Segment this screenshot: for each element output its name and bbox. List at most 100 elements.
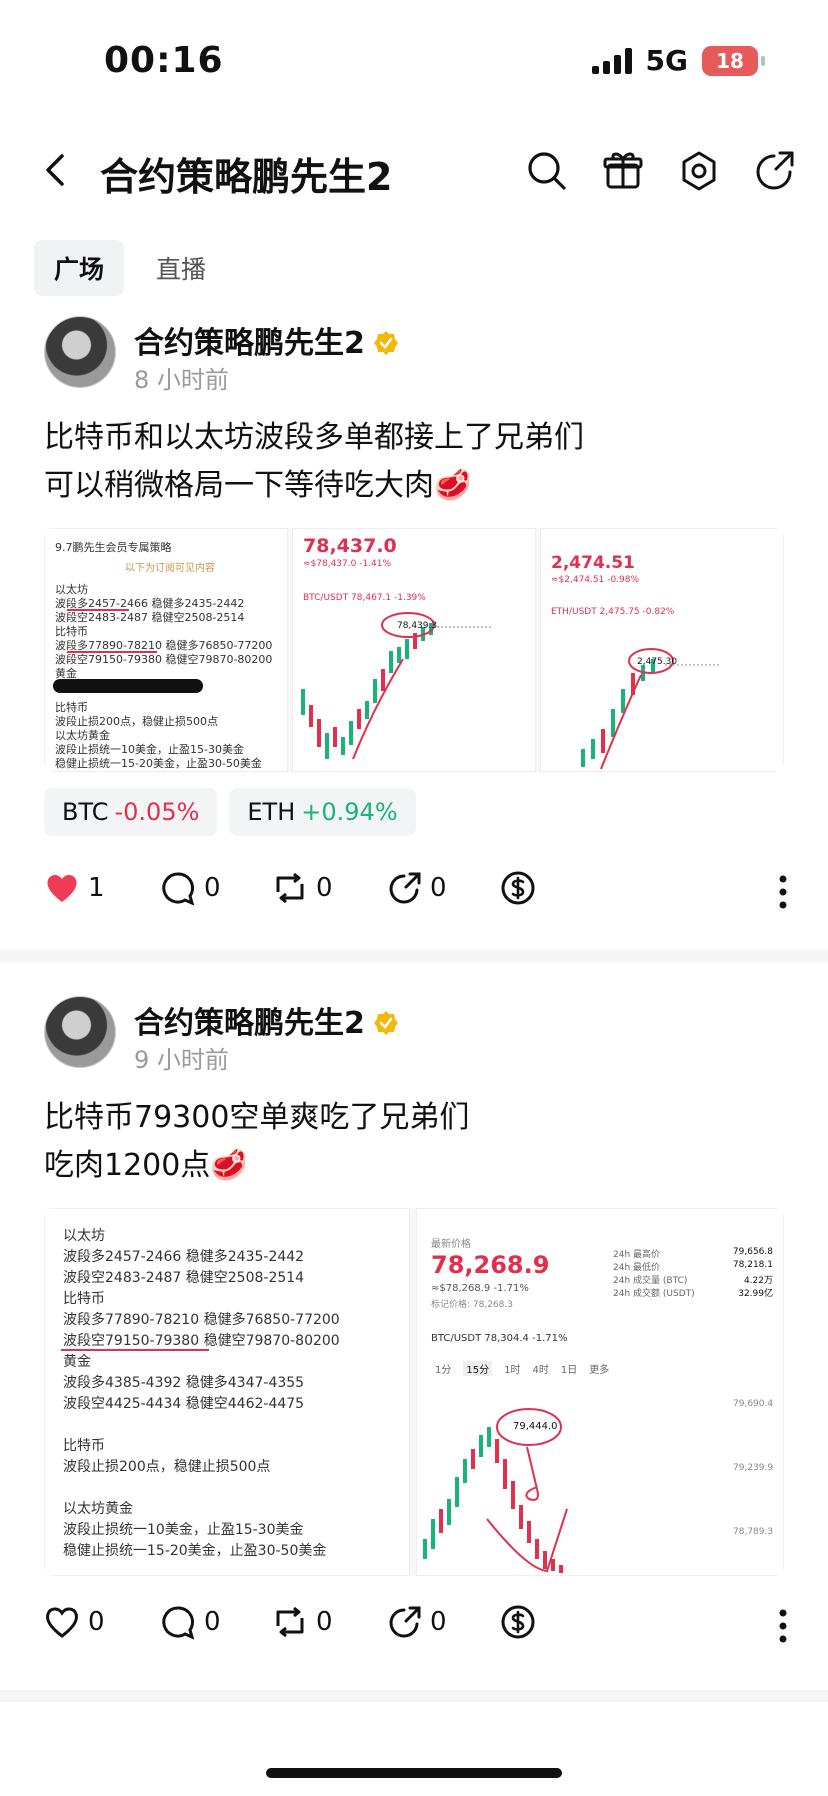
- status-bar: 00:16 5G 18: [0, 0, 828, 120]
- interval-tab[interactable]: 1日: [561, 1361, 577, 1376]
- heart-filled-icon: [47, 874, 77, 902]
- status-time: 00:16: [104, 40, 224, 81]
- more-options-icon[interactable]: [778, 874, 788, 910]
- btc-pair: BTC/USDT 78,467.1 -1.39%: [303, 593, 426, 603]
- share-count: 0: [430, 873, 447, 903]
- page-title: 合约策略鹏先生2: [100, 155, 393, 199]
- post-images[interactable]: 以太坊 波段多2457-2466 稳健多2435-2442 波段空2483-24…: [44, 1208, 784, 1576]
- ticker-symbol: BTC: [62, 798, 109, 826]
- post-text: 比特币79300空单爽吃了兄弟们 吃肉1200点🥩: [44, 1094, 469, 1190]
- author-row[interactable]: 合约策略鹏先生2: [134, 998, 399, 1042]
- repost-button[interactable]: 0: [272, 1604, 333, 1640]
- tip-button[interactable]: [500, 870, 536, 906]
- note-line: 波段空79150-79380 稳健空79870-80200: [55, 653, 273, 666]
- btc-chart-image[interactable]: 最新价格 78,268.9 ≈$78,268.9 -1.71% 标记价格: 78…: [416, 1208, 784, 1576]
- repost-count: 0: [316, 873, 333, 903]
- strategy-note-image[interactable]: 9.7鹏先生会员专属策略 以下为订阅可见内容 以太坊 波段多2457-2466 …: [44, 528, 288, 772]
- network-label: 5G: [645, 44, 688, 77]
- gift-icon[interactable]: [600, 148, 646, 194]
- share-icon[interactable]: [752, 148, 798, 194]
- stat-label: 24h 成交量 (BTC): [613, 1276, 688, 1286]
- note-line: 波段空79150-79380 稳健空79870-80200: [63, 1333, 340, 1349]
- heart-outline-icon: [46, 1607, 78, 1638]
- like-button[interactable]: 0: [44, 1604, 105, 1640]
- eth-chart-image[interactable]: 2,474.51 ≈$2,474.51 -0.98% ETH/USDT 2,47…: [540, 528, 784, 772]
- search-icon[interactable]: [524, 148, 570, 194]
- note-line: 以太坊: [63, 1228, 105, 1244]
- share-button[interactable]: 0: [386, 870, 447, 906]
- note-subtitle: 以下为订阅可见内容: [125, 563, 215, 574]
- interval-tab[interactable]: 1时: [504, 1361, 520, 1376]
- strategy-note-image[interactable]: 以太坊 波段多2457-2466 稳健多2435-2442 波段空2483-24…: [44, 1208, 410, 1576]
- more-options-icon[interactable]: [778, 1608, 788, 1644]
- like-button[interactable]: 1: [44, 870, 105, 906]
- interval-tab[interactable]: 更多: [589, 1361, 609, 1376]
- post-divider: [0, 950, 828, 962]
- btc-marker-label: 78,439.3: [397, 621, 438, 631]
- eth-pair: ETH/USDT 2,475.75 -0.82%: [551, 607, 675, 617]
- post-text-line: 比特币和以太坊波段多单都接上了兄弟们: [44, 420, 584, 455]
- avatar[interactable]: [44, 996, 116, 1068]
- post-text-line: 吃肉1200点🥩: [44, 1148, 248, 1183]
- share-arrow-icon: [389, 1606, 421, 1638]
- candles: [301, 623, 433, 759]
- comment-count: 0: [204, 873, 221, 903]
- stat-label: 24h 成交额 (USDT): [613, 1289, 695, 1299]
- comment-button[interactable]: 0: [160, 870, 221, 906]
- stat-value: 4.22万: [743, 1276, 773, 1286]
- back-icon[interactable]: [36, 150, 76, 190]
- home-indicator[interactable]: [266, 1768, 562, 1778]
- repost-button[interactable]: 0: [272, 870, 333, 906]
- interval-tab[interactable]: 15分: [463, 1361, 493, 1376]
- ticker-chip-btc[interactable]: BTC -0.05%: [44, 788, 218, 836]
- post-images[interactable]: 9.7鹏先生会员专属策略 以下为订阅可见内容 以太坊 波段多2457-2466 …: [44, 528, 784, 772]
- share-arrow-icon: [389, 872, 421, 904]
- btc-candles: [301, 612, 493, 760]
- note-line: 黄金: [63, 1354, 91, 1370]
- post-card[interactable]: 合约策略鹏先生2 8 小时前 比特币和以太坊波段多单都接上了兄弟们 可以稍微格局…: [0, 310, 828, 950]
- note-line: 波段止损统一10美金，止盈15-30美金: [63, 1522, 304, 1538]
- share-button[interactable]: 0: [386, 1604, 447, 1640]
- stat-label: 24h 最高价: [613, 1250, 661, 1260]
- tab-square[interactable]: 广场: [34, 240, 125, 296]
- note-line: 稳健止损统一15-20美金，止盈30-50美金: [55, 757, 262, 770]
- post-card[interactable]: 合约策略鹏先生2 9 小时前 比特币79300空单爽吃了兄弟们 吃肉1200点🥩…: [0, 990, 828, 1670]
- repost-count: 0: [316, 1607, 333, 1637]
- post-divider: [0, 1690, 828, 1702]
- author-name[interactable]: 合约策略鹏先生2: [134, 326, 365, 361]
- btc-chart-image[interactable]: 78,437.0 ≈$78,437.0 -1.41% BTC/USDT 78,4…: [292, 528, 536, 772]
- btc-price: 78,268.9: [431, 1251, 550, 1279]
- note-line: 比特币: [63, 1438, 105, 1454]
- note-line: 波段空2483-2487 稳健空2508-2514: [63, 1270, 305, 1286]
- interval-tab[interactable]: 1分: [435, 1361, 451, 1376]
- red-underline: [67, 609, 129, 611]
- btc-candles: [423, 1408, 568, 1573]
- interval-tab[interactable]: 4时: [532, 1361, 548, 1376]
- stats-table: 24h 最高价 79,656.8 24h 最低价 78,218.1 24h 成交量 …: [613, 1247, 773, 1299]
- post-time: 8 小时前: [134, 366, 229, 394]
- tab-live[interactable]: 直播: [136, 240, 226, 296]
- battery-icon: 18: [702, 45, 765, 76]
- signal-icon: [591, 47, 632, 74]
- note-line: 波段多77890-78210 稳健多76850-77200: [63, 1312, 340, 1328]
- comment-icon: [162, 872, 195, 906]
- ticker-chip-eth[interactable]: ETH +0.94%: [229, 788, 416, 836]
- author-row[interactable]: 合约策略鹏先生2: [134, 318, 399, 362]
- settings-icon[interactable]: [676, 148, 722, 194]
- author-name[interactable]: 合约策略鹏先生2: [134, 1006, 365, 1041]
- tip-button[interactable]: [500, 1604, 536, 1640]
- eth-marker-label: 2,475.30: [637, 657, 678, 667]
- note-line: 波段止损200点，稳健止损500点: [63, 1459, 271, 1475]
- btc-pair: BTC/USDT 78,304.4 -1.71%: [431, 1333, 568, 1344]
- price-label: 最新价格: [431, 1239, 471, 1250]
- red-underline: [67, 651, 157, 653]
- comment-count: 0: [204, 1607, 221, 1637]
- post-actions: 0 0 0 0: [44, 1604, 788, 1654]
- repost-icon: [276, 872, 304, 904]
- status-indicators: 5G 18: [591, 44, 765, 77]
- note-line: 波段多2457-2466 稳健多2435-2442: [63, 1249, 305, 1265]
- comment-button[interactable]: 0: [160, 1604, 221, 1640]
- avatar[interactable]: [44, 316, 116, 388]
- note-line: 以太坊黄金: [63, 1501, 133, 1517]
- comment-icon: [162, 1606, 195, 1640]
